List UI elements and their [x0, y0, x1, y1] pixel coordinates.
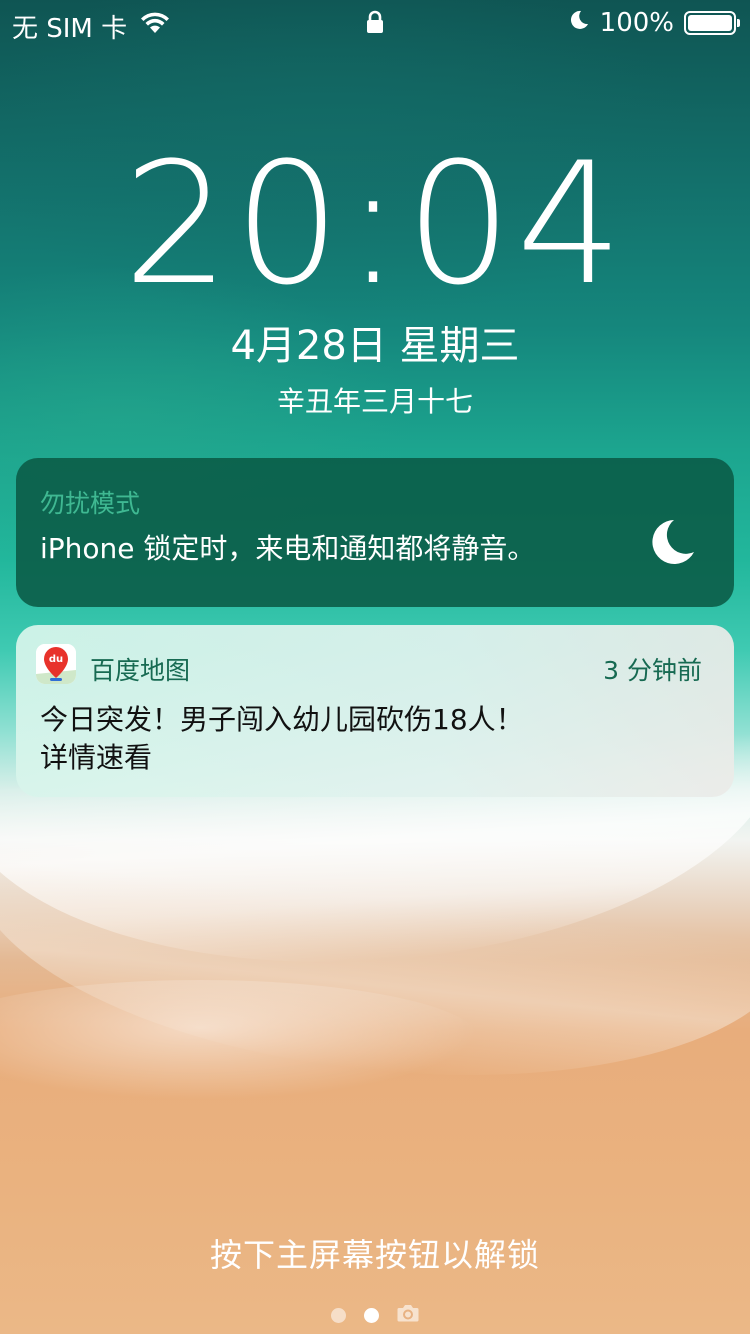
unlock-hint: 按下主屏幕按钮以解锁	[209, 1236, 540, 1274]
dnd-banner[interactable]: 勿扰模式 iPhone 锁定时，来电和通知都将静音。	[16, 458, 734, 607]
dnd-message: iPhone 锁定时，来电和通知都将静音。	[40, 532, 536, 565]
lock-clock: 20:04	[122, 126, 628, 322]
status-bar: 无 SIM 卡 100%	[0, 0, 750, 48]
app-icon-text: du	[49, 654, 63, 665]
lock-date: 4月28日 星期三	[230, 323, 520, 369]
page-dot[interactable]	[331, 1307, 346, 1323]
page-dot-active[interactable]	[364, 1307, 379, 1323]
baidu-maps-icon: du	[36, 644, 76, 684]
notification-body: 今日突发！男子闯入幼儿园砍伤18人！ 详情速看	[40, 701, 700, 777]
battery-fill	[688, 15, 732, 31]
camera-icon[interactable]	[397, 1303, 419, 1327]
notification-card[interactable]: du 百度地图 3 分钟前 今日突发！男子闯入幼儿园砍伤18人！ 详情速看	[16, 625, 734, 797]
carrier-label: 无 SIM 卡	[12, 14, 128, 44]
battery-percent: 100%	[599, 8, 674, 38]
lock-screen: 无 SIM 卡 100% 20:04 4月28日 星期三 辛丑年三月十七 勿扰模…	[0, 0, 750, 1334]
notification-body-line: 详情速看	[40, 741, 153, 774]
lock-icon	[366, 10, 384, 41]
notification-app-name: 百度地图	[90, 656, 191, 685]
moon-icon	[646, 516, 698, 568]
lunar-date: 辛丑年三月十七	[276, 385, 473, 418]
notification-header: du 百度地图 3 分钟前	[16, 625, 734, 705]
page-indicator	[0, 1303, 750, 1327]
wifi-icon	[139, 11, 171, 42]
dnd-title: 勿扰模式	[40, 489, 141, 518]
notification-time: 3 分钟前	[603, 656, 702, 685]
battery-icon	[684, 11, 740, 35]
notification-body-line: 今日突发！男子闯入幼儿园砍伤18人！	[40, 703, 524, 736]
moon-icon	[568, 8, 590, 38]
